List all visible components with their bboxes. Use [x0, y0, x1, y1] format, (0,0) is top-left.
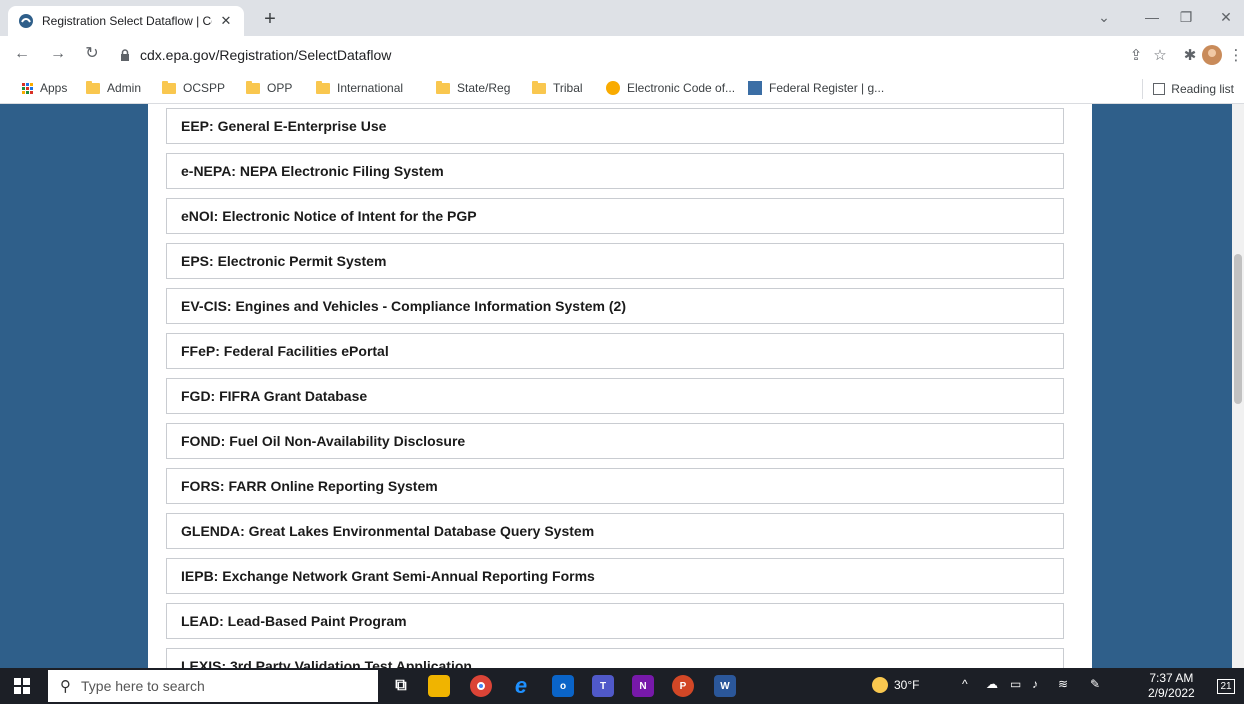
browser-tab[interactable]: Registration Select Dataflow | Co ✕ [8, 6, 244, 36]
search-placeholder: Type here to search [81, 678, 205, 694]
weather-temp: 30°F [894, 678, 920, 692]
outlook-icon[interactable]: o [552, 675, 574, 697]
forward-icon[interactable]: → [48, 45, 68, 63]
onenote-icon[interactable]: N [632, 675, 654, 697]
dataflow-item[interactable]: e-NEPA: NEPA Electronic Filing System [166, 153, 1064, 189]
chrome-icon[interactable] [470, 675, 492, 697]
chevron-up-icon[interactable]: ^ [962, 677, 968, 691]
back-icon[interactable]: ← [12, 45, 32, 63]
folder-icon [316, 80, 330, 94]
folder-icon [246, 80, 260, 94]
clock-time: 7:37 AM [1149, 671, 1194, 685]
dataflow-item[interactable]: FORS: FARR Online Reporting System [166, 468, 1064, 504]
file-explorer-icon[interactable] [428, 675, 450, 697]
lock-icon [120, 49, 132, 61]
share-icon[interactable]: ⇪ [1126, 45, 1146, 65]
bookmark-label: International [337, 81, 404, 95]
bookmark-label: OPP [267, 81, 293, 95]
dataflow-item[interactable]: IEPB: Exchange Network Grant Semi-Annual… [166, 558, 1064, 594]
windows-taskbar: ⚲ Type here to search ⧉ e o T N P W 30°F… [0, 668, 1244, 704]
epa-favicon-icon [18, 13, 34, 29]
browser-toolbar: ← → ↻ cdx.epa.gov/Registration/SelectDat… [0, 36, 1244, 74]
restore-icon[interactable]: ❐ [1174, 9, 1198, 26]
windows-start-icon[interactable] [14, 678, 30, 694]
reading-list-label: Reading list [1171, 82, 1234, 96]
bookmark-federal-register[interactable]: Federal Register | g... [748, 81, 884, 95]
weather-widget[interactable]: 30°F [872, 677, 919, 693]
bookmark-star-icon[interactable]: ☆ [1150, 45, 1170, 65]
system-clock[interactable]: 7:37 AM 2/9/2022 [1148, 671, 1195, 701]
folder-icon [436, 80, 450, 94]
profile-avatar[interactable] [1202, 45, 1222, 65]
dataflow-list-panel: EEP: General E-Enterprise Use e-NEPA: NE… [148, 104, 1092, 668]
extensions-icon[interactable]: ✱ [1180, 45, 1200, 65]
dataflow-item[interactable]: FOND: Fuel Oil Non-Availability Disclosu… [166, 423, 1064, 459]
bookmark-label: Tribal [553, 81, 583, 95]
bookmark-label: Apps [40, 81, 68, 95]
pen-icon[interactable]: ✎ [1090, 677, 1100, 691]
tab-search-icon[interactable]: ⌄ [1092, 9, 1116, 26]
teams-icon[interactable]: T [592, 675, 614, 697]
notification-count: 21 [1217, 678, 1235, 694]
bookmark-tribal[interactable]: Tribal [532, 80, 583, 95]
folder-icon [162, 80, 176, 94]
close-tab-icon[interactable]: ✕ [218, 13, 234, 29]
tab-title: Registration Select Dataflow | Co [42, 14, 212, 28]
bookmark-electronic-code[interactable]: Electronic Code of... [606, 81, 735, 95]
tab-strip: Registration Select Dataflow | Co ✕ + ⌄ … [0, 0, 1244, 36]
bookmark-opp[interactable]: OPP [246, 80, 293, 95]
menu-icon[interactable]: ⋮ [1226, 45, 1244, 65]
bookmark-apps[interactable]: Apps [22, 81, 67, 95]
reload-icon[interactable]: ↻ [82, 45, 102, 63]
task-view-icon[interactable]: ⧉ [390, 675, 412, 697]
bookmark-label: Admin [107, 81, 142, 95]
page-content: EEP: General E-Enterprise Use e-NEPA: NE… [0, 104, 1244, 668]
bookmark-label: Electronic Code of... [627, 81, 736, 95]
ecfr-icon [606, 81, 620, 95]
address-bar[interactable]: cdx.epa.gov/Registration/SelectDataflow [112, 41, 1112, 69]
notification-icon[interactable]: 21 [1216, 676, 1236, 696]
dataflow-item[interactable]: GLENDA: Great Lakes Environmental Databa… [166, 513, 1064, 549]
wifi-icon[interactable]: ≋ [1058, 677, 1068, 691]
onedrive-icon[interactable]: ☁ [986, 677, 998, 691]
taskbar-search-box[interactable]: ⚲ Type here to search [48, 670, 378, 702]
bookmark-ocspp[interactable]: OCSPP [162, 80, 226, 95]
url-text: cdx.epa.gov/Registration/SelectDataflow [140, 47, 392, 63]
battery-icon[interactable]: ▭ [1010, 677, 1021, 691]
clock-date: 2/9/2022 [1148, 686, 1195, 700]
dataflow-item[interactable]: EEP: General E-Enterprise Use [166, 108, 1064, 144]
bookmark-admin[interactable]: Admin [86, 80, 142, 95]
internet-explorer-icon[interactable]: e [510, 673, 532, 698]
bookmark-label: Federal Register | g... [769, 81, 885, 95]
search-icon: ⚲ [60, 678, 71, 695]
dataflow-item[interactable]: FGD: FIFRA Grant Database [166, 378, 1064, 414]
minimize-icon[interactable]: — [1140, 9, 1164, 25]
page-scrollbar[interactable] [1232, 104, 1244, 668]
dataflow-item[interactable]: eNOI: Electronic Notice of Intent for th… [166, 198, 1064, 234]
dataflow-item[interactable]: FFeP: Federal Facilities ePortal [166, 333, 1064, 369]
dataflow-item[interactable]: EV-CIS: Engines and Vehicles - Complianc… [166, 288, 1064, 324]
folder-icon [532, 80, 546, 94]
reading-list-icon [1153, 83, 1166, 95]
weather-sun-icon [872, 677, 888, 693]
bookmark-international[interactable]: International [316, 80, 404, 95]
volume-icon[interactable]: ♪ [1032, 677, 1038, 691]
bookmark-label: OCSPP [183, 81, 226, 95]
word-icon[interactable]: W [714, 675, 736, 697]
reading-list-button[interactable]: Reading list [1142, 79, 1234, 99]
dataflow-item[interactable]: LEXIS: 3rd Party Validation Test Applica… [166, 648, 1064, 668]
apps-grid-icon [22, 82, 33, 94]
bookmark-label: State/Reg [457, 81, 511, 95]
dataflow-item[interactable]: LEAD: Lead-Based Paint Program [166, 603, 1064, 639]
bookmark-state-reg[interactable]: State/Reg [436, 80, 511, 95]
folder-icon [86, 80, 100, 94]
federal-register-icon [748, 81, 762, 95]
new-tab-button[interactable]: + [258, 9, 282, 29]
bookmarks-bar: Apps Admin OCSPP OPP International State… [0, 74, 1244, 104]
dataflow-item[interactable]: EPS: Electronic Permit System [166, 243, 1064, 279]
powerpoint-icon[interactable]: P [672, 675, 694, 697]
close-window-icon[interactable]: ✕ [1214, 9, 1238, 26]
scrollbar-thumb[interactable] [1234, 254, 1242, 404]
